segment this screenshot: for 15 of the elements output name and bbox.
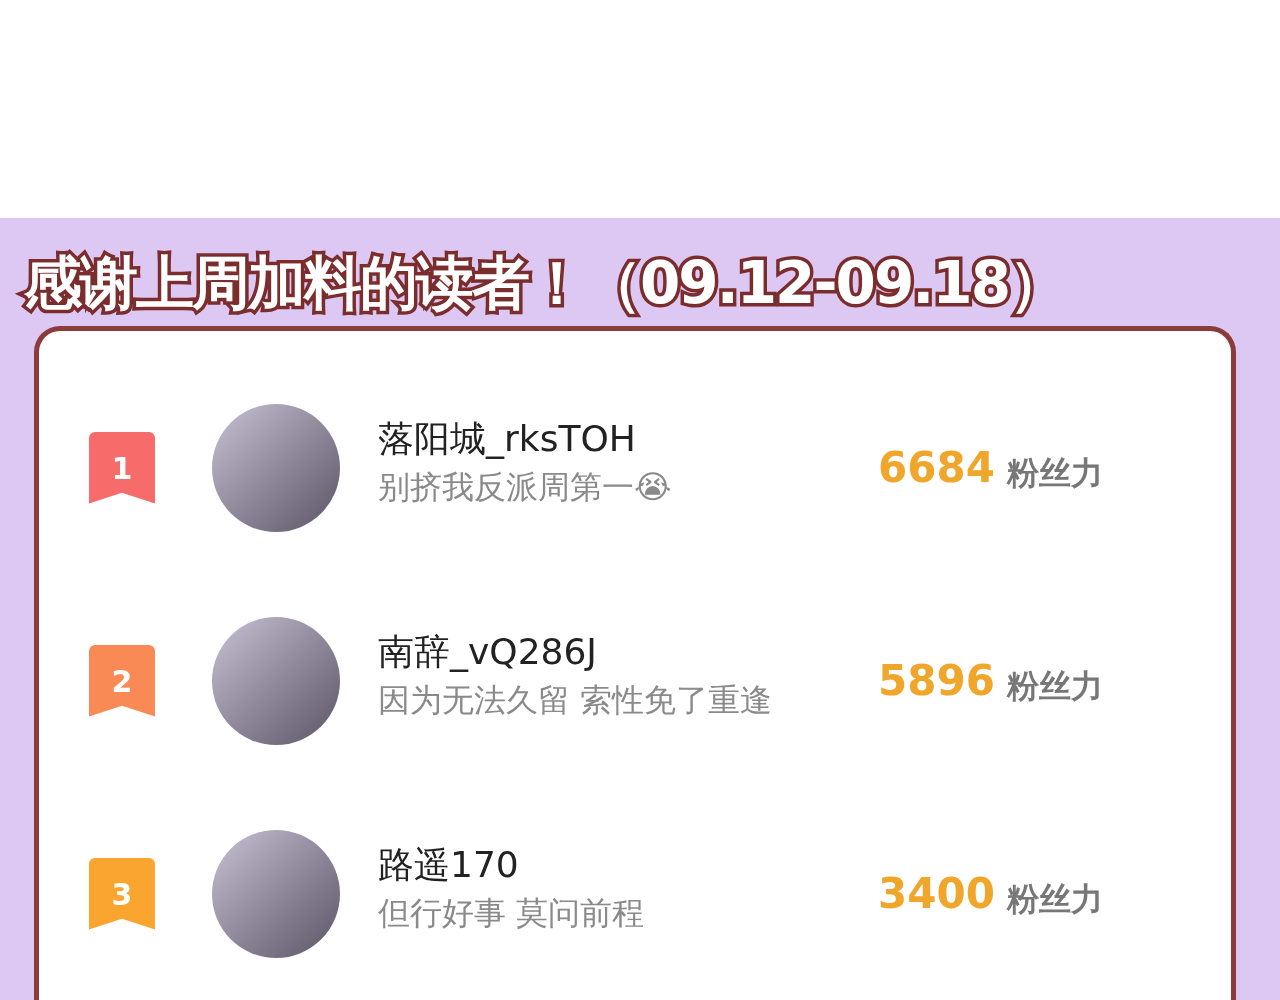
score-unit: 粉丝力 bbox=[1006, 456, 1103, 489]
score-unit: 粉丝力 bbox=[1006, 669, 1103, 702]
fan-score: 3400 bbox=[878, 872, 995, 915]
rank-badge: 2 bbox=[89, 644, 155, 717]
reader-motto: 因为无法久留 索性免了重逢 bbox=[378, 683, 774, 716]
rank-badge: 1 bbox=[89, 431, 155, 504]
reader-motto: 但行好事 莫问前程 bbox=[378, 896, 646, 929]
reader-motto: 别挤我反派周第一😭 bbox=[378, 470, 673, 503]
rank-badge: 3 bbox=[89, 857, 155, 930]
score-unit: 粉丝力 bbox=[1006, 882, 1103, 915]
reader-name: 南辞_vQ286J bbox=[378, 633, 598, 670]
reader-name: 路遥170 bbox=[378, 846, 520, 883]
reader-name: 落阳城_rksTOH bbox=[378, 420, 637, 457]
fan-score: 6684 bbox=[878, 446, 995, 489]
fan-score: 5896 bbox=[878, 659, 995, 702]
